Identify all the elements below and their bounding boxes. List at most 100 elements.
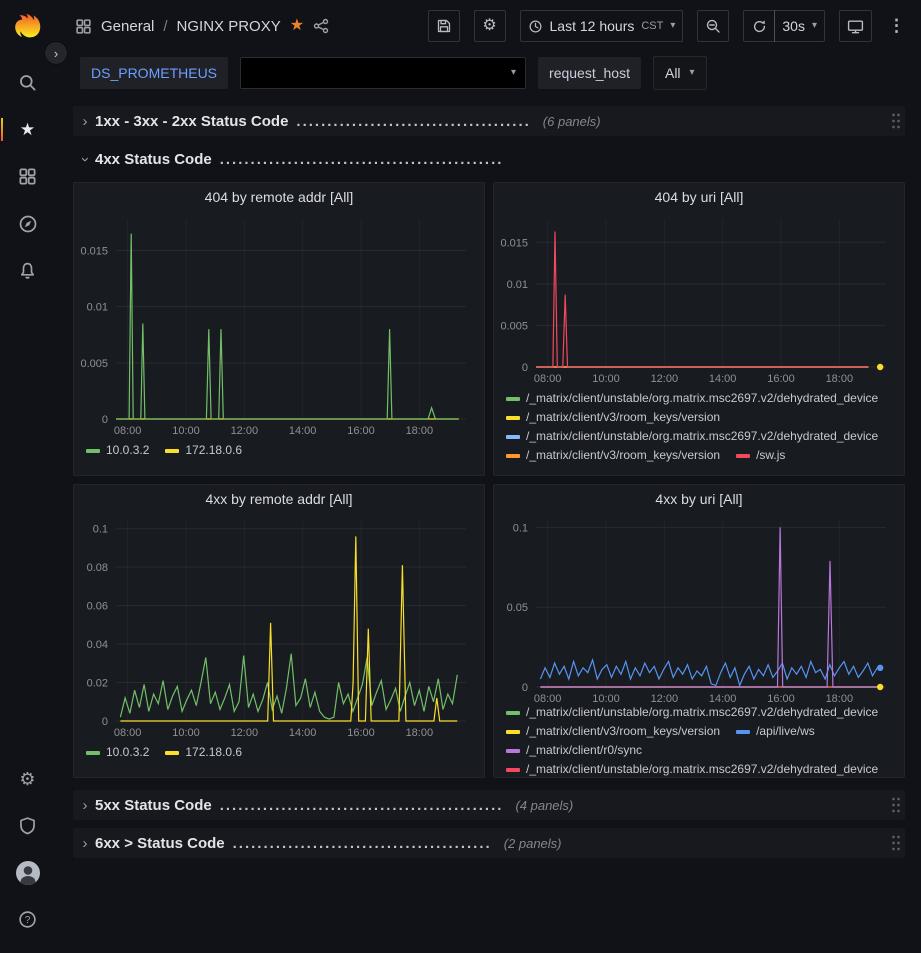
panel-title[interactable]: 404 by remote addr [All] [74,183,484,211]
panel-title[interactable]: 404 by uri [All] [494,183,904,211]
svg-text:0.015: 0.015 [500,237,528,249]
row-panel-count: (2 panels) [504,836,562,851]
legend-item[interactable]: /sw.js [736,446,785,465]
chevron-right-icon: › [75,797,95,814]
row-dots: ...................................... [296,113,530,130]
panel-4xx-by-uri-all: 4xx by uri [All]00.050.108:0010:0012:001… [493,484,905,778]
svg-text:12:00: 12:00 [651,373,679,385]
sidebar-item-dashboards[interactable] [0,153,55,200]
legend-item[interactable]: /_matrix/client/unstable/org.matrix.msc2… [506,427,878,446]
legend-item[interactable]: /_matrix/client/unstable/org.matrix.msc2… [506,760,878,777]
svg-text:16:00: 16:00 [767,373,795,385]
dashboard-row-5xx[interactable]: › 5xx Status Code ......................… [73,790,905,820]
svg-text:0.005: 0.005 [500,320,528,332]
legend-item[interactable]: /_matrix/client/unstable/org.matrix.msc2… [506,703,878,722]
series-color-swatch [165,449,179,453]
svg-text:16:00: 16:00 [347,425,375,437]
legend-item[interactable]: /_matrix/client/unstable/org.matrix.msc2… [506,389,878,408]
monitor-icon [847,18,864,35]
time-range-picker[interactable]: Last 12 hours CST ▾ [520,10,684,42]
row-drag-handle[interactable] [891,796,901,814]
request-host-variable-label[interactable]: request_host [538,57,641,89]
favorite-star-icon[interactable]: ★ [290,18,304,34]
svg-text:08:00: 08:00 [114,727,142,739]
breadcrumb-section[interactable]: General [101,18,154,35]
drag-dots-icon [891,112,901,130]
series-label: /_matrix/client/unstable/org.matrix.msc2… [526,703,878,722]
timeseries-chart[interactable]: 00.0050.010.01508:0010:0012:0014:0016:00… [74,211,478,441]
sidebar-item-alerting[interactable] [0,247,55,294]
sidebar-item-settings[interactable]: ⚙ [0,755,55,802]
legend-item[interactable]: /_matrix/client/v3/room_keys/version [506,722,720,741]
legend-item[interactable]: 10.0.3.2 [86,441,149,460]
apps-grid-icon [75,18,92,35]
panel-title[interactable]: 4xx by uri [All] [494,485,904,513]
panel-title[interactable]: 4xx by remote addr [All] [74,485,484,513]
help-icon: ? [18,910,37,929]
breadcrumb-dashboard-title[interactable]: NGINX PROXY [177,18,281,35]
series-color-swatch [506,730,520,734]
avatar [15,860,41,886]
dashboard-content: › 1xx - 3xx - 2xx Status Code ..........… [55,100,921,858]
datasource-select[interactable]: ▾ [240,57,526,89]
series-label: 172.18.0.6 [185,441,242,460]
sidebar-item-help[interactable]: ? [0,896,55,943]
request-host-value: All [665,65,681,81]
sidebar-item-search[interactable] [0,59,55,106]
dashboard-row-6xx[interactable]: › 6xx > Status Code ....................… [73,828,905,858]
legend-item[interactable]: /_matrix/client/v3/room_keys/version [506,446,720,465]
svg-text:10:00: 10:00 [172,727,200,739]
grafana-logo[interactable] [11,9,45,43]
kebab-menu-button[interactable]: ⋮ [886,10,907,42]
drag-dots-icon [891,834,901,852]
sidebar-item-profile[interactable] [0,849,55,896]
timeseries-chart[interactable]: 00.020.040.060.080.108:0010:0012:0014:00… [74,513,478,743]
legend-item[interactable]: /_matrix/client/r0/sync [506,741,642,760]
series-label: /_matrix/client/unstable/org.matrix.msc2… [526,389,878,408]
request-host-select[interactable]: All ▾ [653,56,707,90]
tv-mode-button[interactable] [839,10,872,42]
series-label: /_matrix/client/v3/room_keys/version [526,722,720,741]
legend-item[interactable]: 172.18.0.6 [165,743,242,762]
compass-icon [18,214,38,234]
svg-text:18:00: 18:00 [826,693,854,703]
save-dashboard-button[interactable] [428,10,460,42]
series-label: /_matrix/client/v3/room_keys/version [526,446,720,465]
svg-text:16:00: 16:00 [767,693,795,703]
sidebar-item-starred[interactable]: ★ [0,106,55,153]
row-drag-handle[interactable] [891,112,901,130]
sidebar-toggle-button[interactable]: › [44,41,68,65]
dashboard-row-4xx[interactable]: › 4xx Status Code ......................… [73,144,905,174]
series-label: /_matrix/client/unstable/org.matrix.msc2… [526,427,878,446]
kebab-icon: ⋮ [888,16,905,36]
legend-item[interactable]: 172.18.0.6 [165,441,242,460]
svg-text:12:00: 12:00 [231,425,259,437]
sidebar-item-explore[interactable] [0,200,55,247]
series-label: /_matrix/client/v3/room_keys/version [526,408,720,427]
clock-icon [528,19,543,34]
series-color-swatch [506,749,520,753]
legend-item[interactable]: 10.0.3.2 [86,743,149,762]
series-label: 10.0.3.2 [106,441,149,460]
timeseries-chart[interactable]: 00.0050.010.01508:0010:0012:0014:0016:00… [494,211,898,389]
row-title: 4xx Status Code [95,151,212,168]
datasource-variable-label[interactable]: DS_PROMETHEUS [80,57,228,89]
refresh-button[interactable] [743,10,775,42]
share-icon[interactable] [313,18,329,34]
legend-item[interactable]: /api/live/ws [736,722,815,741]
dashboard-row-1xx-3xx-2xx[interactable]: › 1xx - 3xx - 2xx Status Code ..........… [73,106,905,136]
dashboard-settings-button[interactable]: ⚙ [474,10,506,42]
timeseries-chart[interactable]: 00.050.108:0010:0012:0014:0016:0018:00 [494,513,898,703]
svg-text:0.02: 0.02 [87,678,108,690]
sidebar-item-server-admin[interactable] [0,802,55,849]
series-color-swatch [506,416,520,420]
row-panel-count: (6 panels) [543,114,601,129]
row-drag-handle[interactable] [891,834,901,852]
row-dots: ........................................… [233,835,492,852]
refresh-interval-dropdown[interactable]: 30s ▾ [774,10,825,42]
caret-down-icon: ▾ [812,21,817,31]
svg-text:0.05: 0.05 [507,602,528,614]
legend-item[interactable]: /_matrix/client/v3/room_keys/version [506,408,720,427]
zoom-out-button[interactable] [697,10,729,42]
sidebar: ★ ⚙ [0,0,55,953]
